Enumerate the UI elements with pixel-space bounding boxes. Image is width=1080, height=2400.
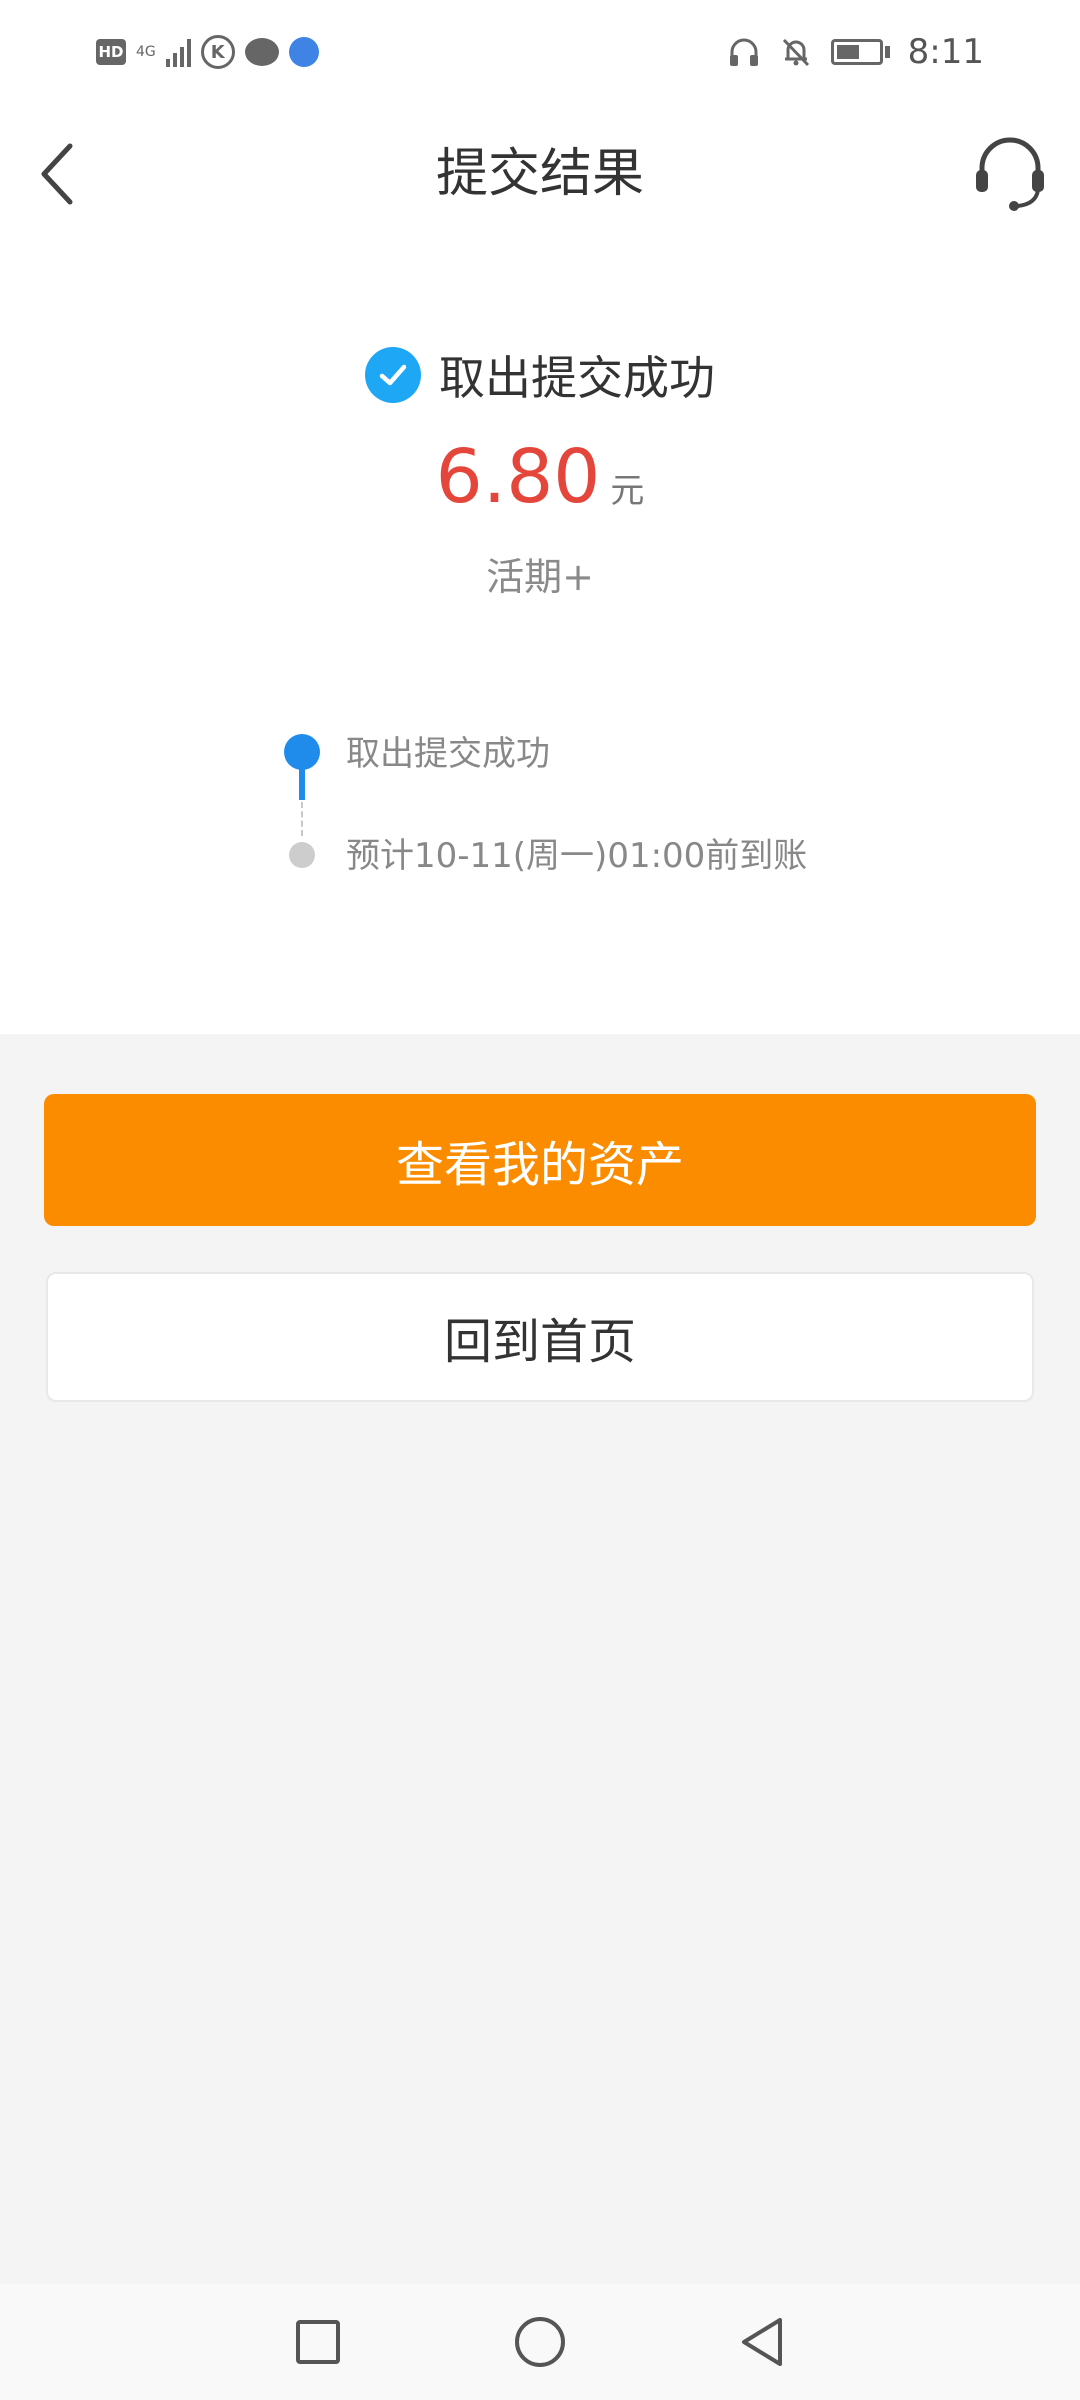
checkmark-glyph xyxy=(379,364,407,386)
status-bar: HD 4G K 8:11 xyxy=(0,0,1080,104)
success-text: 取出提交成功 xyxy=(439,351,715,405)
home-button[interactable] xyxy=(504,2306,576,2378)
mute-bell-icon xyxy=(782,38,809,67)
back-icon xyxy=(742,2318,782,2366)
result-card: 取出提交成功 6.80 元 活期+ 取出提交成功 预计10-11(周一)01:0… xyxy=(0,244,1080,1034)
system-nav-bar xyxy=(0,2284,1080,2400)
home-icon xyxy=(515,2317,565,2367)
hd-badge-icon: HD xyxy=(96,39,126,65)
success-row: 取出提交成功 xyxy=(0,342,1080,408)
back-home-button[interactable]: 回到首页 xyxy=(46,1272,1034,1402)
customer-service-button[interactable] xyxy=(970,130,1050,216)
check-icon xyxy=(365,347,421,403)
timeline-line-done xyxy=(299,760,305,800)
timeline-step-2: 预计10-11(周一)01:00前到账 xyxy=(346,836,808,876)
amount-value: 6.80 xyxy=(435,434,601,520)
network-group: 4G xyxy=(136,45,156,59)
status-bar-left: HD 4G K xyxy=(96,32,319,72)
header: 提交结果 xyxy=(0,104,1080,244)
progress-timeline: 取出提交成功 预计10-11(周一)01:00前到账 xyxy=(284,734,1004,894)
page-title: 提交结果 xyxy=(435,144,644,204)
product-name: 活期+ xyxy=(486,555,594,599)
network-type: 4G xyxy=(136,44,156,60)
headset-icon xyxy=(976,137,1044,211)
nav-back-button[interactable] xyxy=(726,2306,798,2378)
timeline-dot-pending xyxy=(289,842,315,868)
amount-row: 6.80 元 xyxy=(0,434,1080,520)
k-app-icon: K xyxy=(200,35,235,69)
status-bar-right: 8:11 xyxy=(727,30,984,74)
battery-body xyxy=(830,39,883,65)
amount-unit: 元 xyxy=(610,471,645,511)
battery-cap xyxy=(884,46,890,58)
recent-apps-icon xyxy=(296,2320,340,2364)
recent-apps-button[interactable] xyxy=(282,2306,354,2378)
status-time: 8:11 xyxy=(907,32,984,72)
globe-icon xyxy=(288,37,319,67)
chat-icon xyxy=(244,38,279,66)
signal-icon xyxy=(165,37,191,67)
battery-icon xyxy=(830,39,890,65)
headphone-icon xyxy=(729,38,758,66)
timeline-step-1: 取出提交成功 xyxy=(346,734,550,774)
timeline-line-pending xyxy=(301,802,303,836)
view-assets-button[interactable]: 查看我的资产 xyxy=(44,1094,1036,1226)
